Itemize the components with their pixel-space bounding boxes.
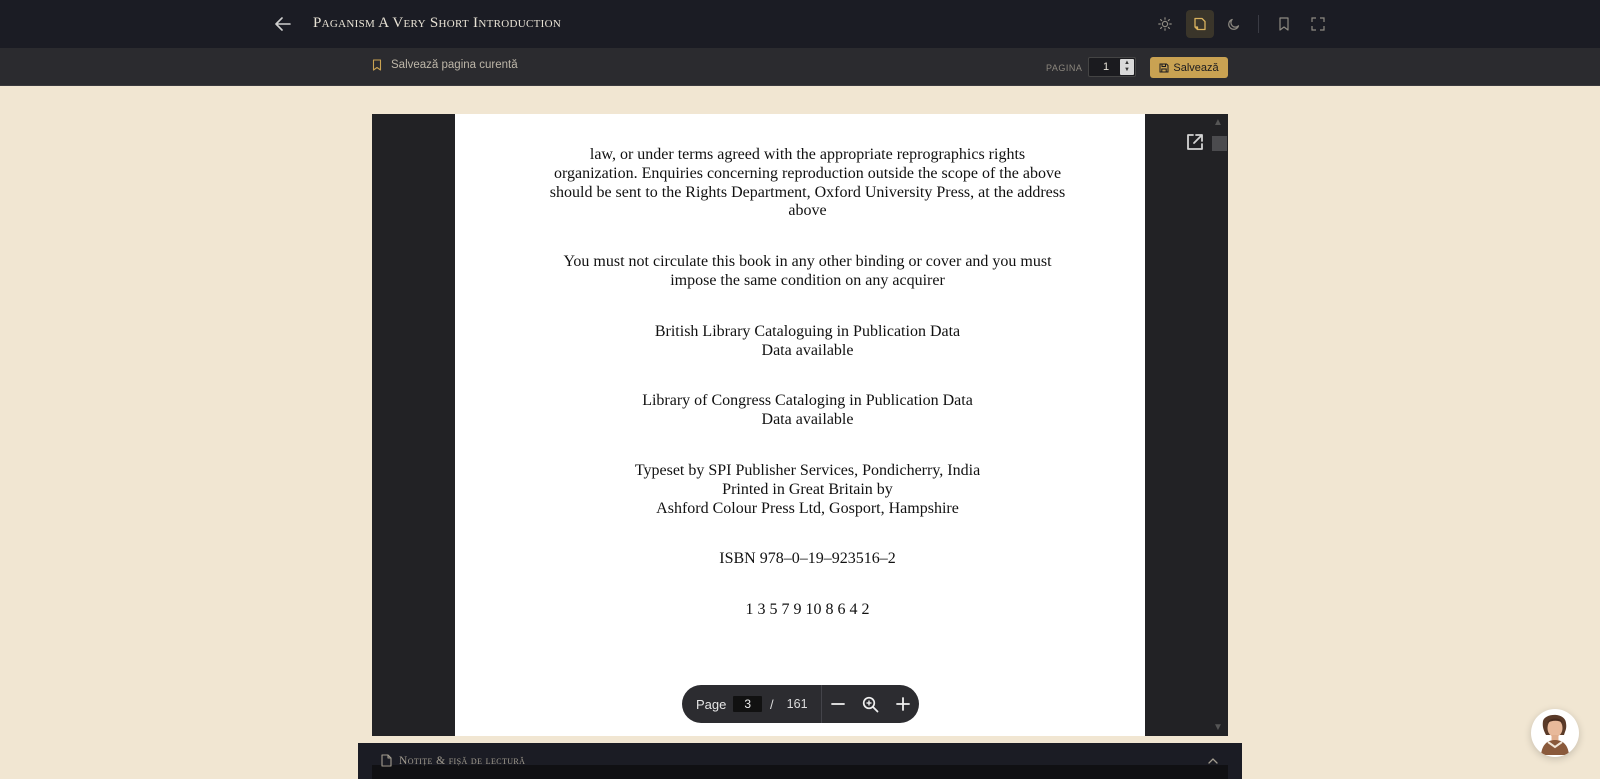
notes-panel-toggle[interactable]: Notițe & fișă de lectură [381,754,525,767]
notes-panel-title: Notițe & fișă de lectură [399,754,526,767]
printing-line: 1 3 5 7 9 10 8 6 4 2 [540,601,1075,620]
avatar [1541,714,1569,755]
text-line: Library of Congress Cataloging in Public… [642,392,973,410]
arrow-left-icon [275,17,291,31]
pdf-page: law, or under terms agreed with the appr… [455,114,1145,736]
top-bar: Paganism A Very Short Introduction [0,0,1600,48]
chevron-down-icon[interactable]: ▼ [1124,67,1130,74]
open-external-button[interactable] [1185,132,1205,152]
pager-label: Page [696,696,727,712]
page-number-stepper[interactable]: ▲ ▼ [1120,59,1134,75]
text-line: Typeset by SPI Publisher Services, Pondi… [634,461,981,479]
moon-icon [1228,18,1240,30]
notes-panel-body [372,765,1228,779]
text-line: British Library Cataloguing in Publicati… [654,322,961,340]
fullscreen-icon [1311,17,1325,31]
text-line: Ashford Colour Press Ltd, Gosport, Hamps… [656,499,959,517]
sepia-theme-button[interactable] [1186,10,1214,38]
text-line: impose the same condition on any acquire… [670,271,945,289]
text-line: 1 3 5 7 9 10 8 6 4 2 [745,601,870,619]
bookmark-icon [1279,17,1289,31]
paragraph: British Library Cataloguing in Publicati… [540,323,1075,361]
text-line: should be sent to the Rights Department,… [549,183,1066,201]
text-line: You must not circulate this book in any … [563,253,1052,271]
paragraph: Typeset by SPI Publisher Services, Pondi… [540,462,1075,518]
minus-icon [830,703,845,705]
assistant-avatar-button[interactable] [1531,709,1579,757]
back-button[interactable] [272,14,294,34]
zoom-icon [862,696,879,712]
save-button[interactable]: Salvează [1150,57,1228,78]
scroll-up-icon[interactable]: ▲ [1213,117,1223,128]
paragraph: Library of Congress Cataloging in Public… [540,392,1075,430]
plus-icon [895,697,910,711]
floppy-disk-icon [1159,63,1169,72]
light-theme-button[interactable] [1151,10,1179,38]
viewer-scrollbar-thumb[interactable] [1212,136,1227,151]
pager-page-input[interactable]: 3 [733,696,763,712]
scroll-down-icon[interactable]: ▼ [1213,722,1223,733]
reader-subbar: Salvează pagina curentă PAGINA 1 ▲ ▼ Sal… [0,48,1600,86]
notes-expand-button[interactable] [1208,752,1218,770]
dark-theme-button[interactable] [1220,10,1248,38]
chevron-up-icon [1208,758,1218,764]
text-line: Printed in Great Britain by [722,480,893,498]
document-icon [381,754,392,767]
open-external-icon [1187,134,1203,150]
text-line: Data available [761,341,854,359]
text-line: above [788,202,827,220]
text-line: organization. Enquiries concerning repro… [553,164,1062,182]
text-line: ISBN 978–0–19–923516–2 [719,550,896,568]
zoom-out-button[interactable] [821,685,854,723]
sun-icon [1158,17,1172,31]
toolbar-divider [1258,15,1259,33]
isbn-line: ISBN 978–0–19–923516–2 [540,550,1075,569]
text-line: Data available [761,411,854,429]
save-current-page-label: Salvează pagina curentă [391,59,518,71]
page-number-label: PAGINA [1046,63,1083,73]
bookmark-icon [372,59,382,71]
pager-separator: / [770,696,774,712]
save-current-page-link[interactable]: Salvează pagina curentă [372,59,518,71]
paragraph: law, or under terms agreed with the appr… [540,146,1075,221]
chevron-up-icon[interactable]: ▲ [1124,60,1130,67]
zoom-reset-button[interactable] [854,685,887,723]
book-title: Paganism A Very Short Introduction [313,15,562,31]
save-button-label: Salvează [1173,61,1219,74]
paragraph: You must not circulate this book in any … [540,253,1075,291]
page-navigator: Page 3 / 161 [682,685,919,723]
page-text: law, or under terms agreed with the appr… [455,146,1145,652]
fullscreen-button[interactable] [1304,10,1332,38]
book-open-icon [1194,17,1206,31]
bookmark-button[interactable] [1270,10,1298,38]
text-line: law, or under terms agreed with the appr… [589,146,1026,163]
pager-total-pages: 161 [786,697,808,711]
zoom-in-button[interactable] [886,685,919,723]
